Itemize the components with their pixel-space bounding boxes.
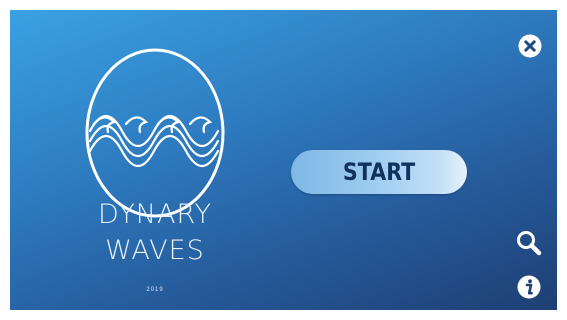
- game-title-line-2: WAVES: [105, 235, 205, 266]
- close-button[interactable]: [517, 33, 543, 59]
- info-button[interactable]: [516, 274, 542, 300]
- search-button[interactable]: [515, 229, 542, 256]
- release-year: 2019: [146, 287, 164, 293]
- info-icon: [517, 275, 541, 299]
- game-title-line-1: DYNARY: [98, 199, 212, 230]
- start-button[interactable]: START: [291, 150, 467, 194]
- search-icon: [517, 231, 542, 256]
- title-screen: DYNARY WAVES 2019 START: [10, 10, 557, 310]
- close-icon: [518, 34, 542, 58]
- start-button-label: START: [342, 158, 416, 186]
